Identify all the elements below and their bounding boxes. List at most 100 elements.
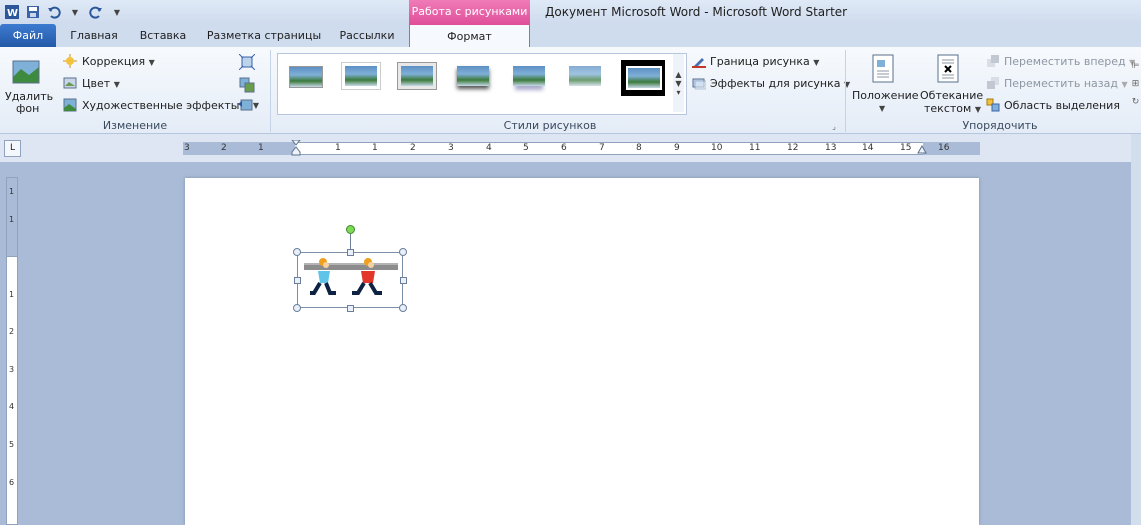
quick-access-toolbar: W ▼ ▼ [0,0,125,24]
document-page[interactable] [185,178,979,525]
ruler-number: 8 [636,143,642,153]
gallery-scroll[interactable]: ▲ ▼ ▾ [673,54,684,112]
position-dropdown[interactable]: ▼ [879,101,885,114]
group-divider [270,50,271,132]
scroll-down-icon[interactable]: ▼ [675,79,681,88]
resize-handle-bottom-right[interactable] [399,304,407,312]
dialog-launcher-icon[interactable]: ⌟ [829,121,839,131]
ruler-margin-right [923,142,980,155]
group-icon[interactable]: ⊞ [1132,79,1140,89]
tab-home[interactable]: Главная [64,24,124,47]
wrap-text-button[interactable]: текстом ▼ [924,102,981,115]
redo-icon[interactable] [88,4,104,20]
tab-insert[interactable]: Вставка [133,24,193,47]
chevron-down-icon: ▼ [879,104,886,113]
chevron-down-icon: ▼ [1121,80,1128,89]
resize-handle-bottom[interactable] [347,305,354,312]
picture-style-thumbnail[interactable] [397,60,437,92]
ruler-number: 3 [184,143,190,153]
corrections-button[interactable]: Коррекция ▼ [82,55,155,68]
color-label: Цвет [82,77,111,90]
tab-page-layout[interactable]: Разметка страницы [205,24,323,47]
right-indent-marker-icon[interactable] [917,144,927,154]
resize-handle-bottom-left[interactable] [293,304,301,312]
bring-forward-button[interactable]: Переместить вперед ▼ [1004,55,1135,68]
picture-styles-group-label: Стили рисунков [503,119,597,132]
tab-selector[interactable]: L [4,140,21,157]
ruler-number: 2 [221,143,227,153]
align-icon[interactable]: ⊫ [1132,61,1140,71]
reset-picture-icon[interactable]: ▼ [236,97,260,113]
resize-handle-right[interactable] [400,277,407,284]
word-icon[interactable]: W [4,4,20,20]
customize-toolbar-icon[interactable]: ▼ [109,4,125,20]
picture-style-thumbnail[interactable] [341,60,381,92]
selection-pane-button[interactable]: Область выделения [1004,99,1120,112]
align-group-icons: ⊫ ⊞ ↻ [1130,54,1141,114]
change-picture-icon[interactable] [238,76,256,94]
picture-style-thumbnail[interactable] [565,60,605,92]
position-button[interactable]: Положение [852,89,919,102]
picture-style-thumbnail[interactable] [453,60,493,92]
artistic-effects-icon [63,98,77,112]
vertical-ruler-number: 4 [9,402,15,411]
resize-handle-left[interactable] [294,277,301,284]
resize-handle-top-right[interactable] [399,248,407,256]
ruler-number: 6 [561,143,567,153]
vertical-scrollbar[interactable] [1131,134,1141,525]
compress-pictures-icon[interactable] [238,53,256,71]
window-title: Документ Microsoft Word - Microsoft Word… [545,5,848,19]
tab-format[interactable]: Формат [409,24,530,47]
send-backward-button[interactable]: Переместить назад ▼ [1004,77,1128,90]
picture-effects-button[interactable]: Эффекты для рисунка ▼ [710,77,850,90]
remove-background-label-2[interactable]: фон [16,102,39,115]
tab-mailings[interactable]: Рассылки [334,24,400,47]
ruler-number: 1 [372,143,378,153]
chevron-down-icon: ▼ [974,105,981,114]
vertical-ruler-number: 6 [9,478,15,487]
undo-icon[interactable] [46,4,62,20]
picture-style-thumbnail[interactable] [509,60,549,92]
picture-style-thumbnail[interactable] [285,60,325,92]
color-button[interactable]: Цвет ▼ [82,77,120,90]
ruler-number: 11 [749,143,761,153]
position-icon[interactable] [870,53,896,85]
resize-handle-top[interactable] [347,249,354,256]
resize-handle-top-left[interactable] [293,248,301,256]
picture-border-button[interactable]: Граница рисунка ▼ [710,55,819,68]
ruler-number: 1 [335,143,341,153]
group-divider [845,50,846,132]
indent-marker-icon[interactable] [291,140,301,158]
corrections-icon [63,54,77,68]
color-icon [63,76,77,90]
artistic-effects-button[interactable]: Художественные эффекты ▼ [82,99,249,112]
ruler-number: 14 [862,143,874,153]
vertical-ruler-number: 5 [9,440,15,449]
wrap-text-icon[interactable] [935,53,961,85]
save-icon[interactable] [25,4,41,20]
picture-style-thumbnail-selected[interactable] [621,60,665,96]
tab-file[interactable]: Файл [0,24,56,47]
artistic-effects-label: Художественные эффекты [82,99,240,112]
wrap-text-label-2: текстом [924,102,972,115]
rotation-handle[interactable] [346,225,355,234]
gallery-more-icon[interactable]: ▾ [676,88,680,97]
selected-picture[interactable] [297,252,403,308]
remove-background-icon[interactable] [10,56,42,88]
ruler-number: 12 [787,143,799,153]
ruler-number: 5 [523,143,529,153]
adjust-group-label: Изменение [102,119,168,132]
chevron-down-icon: ▼ [113,80,120,89]
send-backward-label: Переместить назад [1004,77,1118,90]
selection-pane-icon [986,98,1000,112]
scroll-up-icon[interactable]: ▲ [675,70,681,79]
vertical-ruler-number: 3 [9,365,15,374]
rotate-icon[interactable]: ↻ [1132,97,1140,107]
ruler-number: 10 [711,143,723,153]
ruler-number: 15 [900,143,912,153]
vertical-ruler-number: 1 [9,290,15,299]
horizontal-ruler[interactable] [183,142,980,155]
wrap-text-label-1[interactable]: Обтекание [920,89,983,102]
undo-dropdown-icon[interactable]: ▼ [67,4,83,20]
ruler-number: 16 [938,143,950,153]
